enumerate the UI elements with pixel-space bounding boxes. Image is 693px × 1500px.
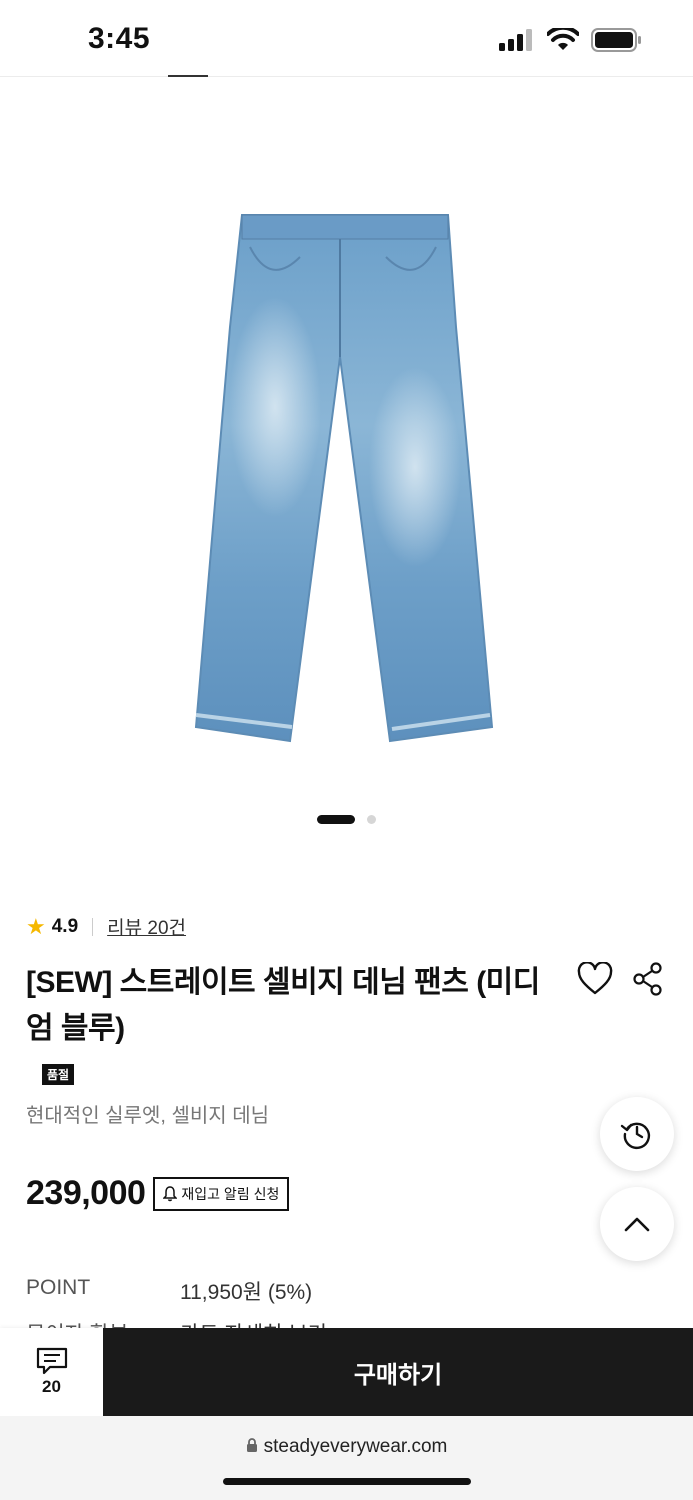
share-icon[interactable] <box>633 962 663 996</box>
review-count-link[interactable]: 리뷰 20건 <box>107 913 186 940</box>
carousel-dot[interactable] <box>367 814 376 824</box>
scroll-top-button[interactable] <box>600 1187 674 1261</box>
heart-icon[interactable] <box>577 962 613 996</box>
status-time: 3:45 <box>88 22 151 55</box>
recently-viewed-button[interactable] <box>600 1097 674 1171</box>
carousel-dots <box>0 813 693 825</box>
home-indicator[interactable] <box>223 1478 471 1485</box>
review-chat-button[interactable]: 20 <box>0 1328 103 1416</box>
carousel-dot-active[interactable] <box>317 814 355 824</box>
chat-icon <box>36 1347 67 1375</box>
lock-icon <box>246 1438 257 1452</box>
restock-alert-label: 재입고 알림 신청 <box>181 1185 280 1202</box>
product-subtitle: 현대적인 실루엣, 셀비지 데님 <box>26 1105 270 1127</box>
battery-icon <box>591 28 641 52</box>
wifi-icon <box>547 28 579 50</box>
browser-url-bar[interactable]: steadyeverywear.com <box>0 1416 693 1500</box>
product-image-jeans <box>194 214 494 743</box>
status-icons <box>499 28 643 52</box>
restock-alert-button[interactable]: 재입고 알림 신청 <box>153 1176 290 1211</box>
star-icon: ★ <box>26 913 46 939</box>
history-icon <box>620 1122 651 1149</box>
divider <box>92 917 94 936</box>
title-actions <box>577 962 663 996</box>
url-text: steadyeverywear.com <box>263 1436 448 1457</box>
buy-button[interactable]: 구매하기 <box>103 1328 693 1416</box>
bell-icon <box>163 1185 178 1201</box>
price-row: 239,000 재입고 알림 신청 <box>26 1174 290 1213</box>
chevron-up-icon <box>624 1217 650 1232</box>
url-display: steadyeverywear.com <box>0 1436 693 1458</box>
soldout-badge: 품절 <box>42 1064 75 1085</box>
point-label: POINT <box>26 1276 91 1299</box>
product-title: [SEW] 스트레이트 셀비지 데님 팬츠 (미디엄 블루) <box>26 966 540 1045</box>
rating-row: ★ 4.9 리뷰 20건 <box>26 913 186 940</box>
bottom-action-bar: 20 구매하기 <box>0 1328 693 1416</box>
point-value: 11,950원 (5%) <box>180 1281 313 1304</box>
status-bar: 3:45 <box>0 0 693 77</box>
rating-score: 4.9 <box>51 915 79 937</box>
product-image-carousel[interactable] <box>0 77 693 857</box>
signal-icon <box>499 29 532 51</box>
chat-count: 20 <box>42 1377 61 1396</box>
product-price: 239,000 <box>26 1174 146 1212</box>
